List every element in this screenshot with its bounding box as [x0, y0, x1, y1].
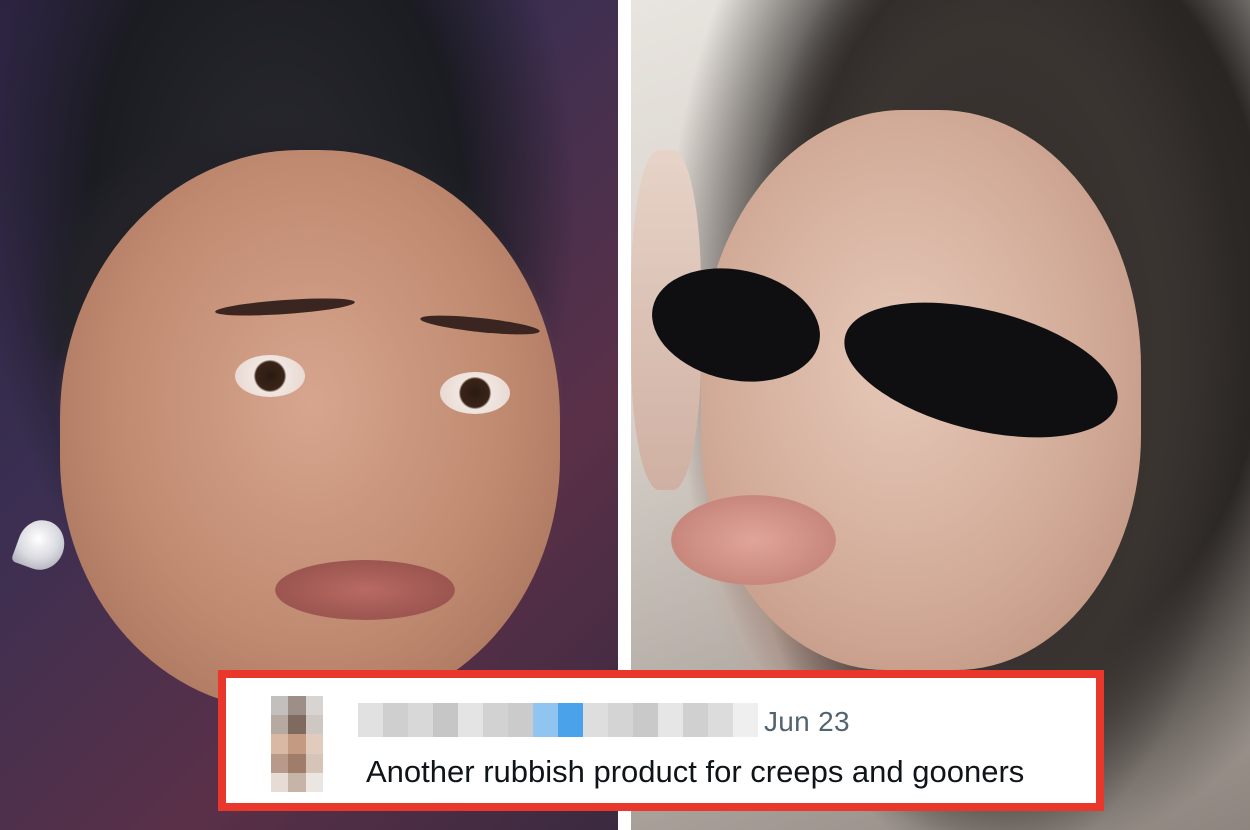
blurred-username — [358, 703, 758, 737]
username-pixel — [583, 703, 608, 737]
username-pixel — [658, 703, 683, 737]
blurred-avatar — [271, 696, 323, 792]
avatar-pixel — [305, 696, 323, 716]
avatar-pixel — [288, 715, 306, 735]
avatar-pixel — [305, 753, 323, 773]
username-pixel — [483, 703, 508, 737]
tweet-card: Jun 23 Another rubbish product for creep… — [218, 670, 1104, 811]
avatar-pixel — [305, 715, 323, 735]
avatar-pixel — [271, 734, 289, 754]
avatar-pixel — [271, 772, 289, 792]
username-pixel — [533, 703, 558, 737]
username-pixel — [558, 703, 583, 737]
tweet-date: Jun 23 — [764, 706, 850, 737]
username-pixel — [408, 703, 433, 737]
tweet-text: Another rubbish product for creeps and g… — [366, 754, 1025, 789]
username-pixel — [633, 703, 658, 737]
lips — [671, 495, 836, 585]
avatar-pixel — [305, 734, 323, 754]
avatar-pixel — [271, 753, 289, 773]
face — [60, 150, 560, 710]
avatar-pixel — [288, 734, 306, 754]
username-pixel — [433, 703, 458, 737]
avatar-pixel — [288, 772, 306, 792]
username-pixel — [508, 703, 533, 737]
lips — [275, 560, 455, 620]
avatar-pixel — [271, 715, 289, 735]
eye — [235, 355, 305, 397]
username-pixel — [458, 703, 483, 737]
sunglasses — [641, 250, 1151, 463]
username-pixel — [608, 703, 633, 737]
avatar-pixel — [288, 696, 306, 716]
avatar-pixel — [288, 753, 306, 773]
username-pixel — [383, 703, 408, 737]
avatar-pixel — [305, 772, 323, 792]
username-pixel — [708, 703, 733, 737]
earring — [10, 513, 72, 577]
username-pixel — [358, 703, 383, 737]
avatar-pixel — [271, 696, 289, 716]
eye — [440, 372, 510, 414]
sunglasses-lens — [641, 253, 831, 397]
username-pixel — [733, 703, 758, 737]
username-pixel — [683, 703, 708, 737]
